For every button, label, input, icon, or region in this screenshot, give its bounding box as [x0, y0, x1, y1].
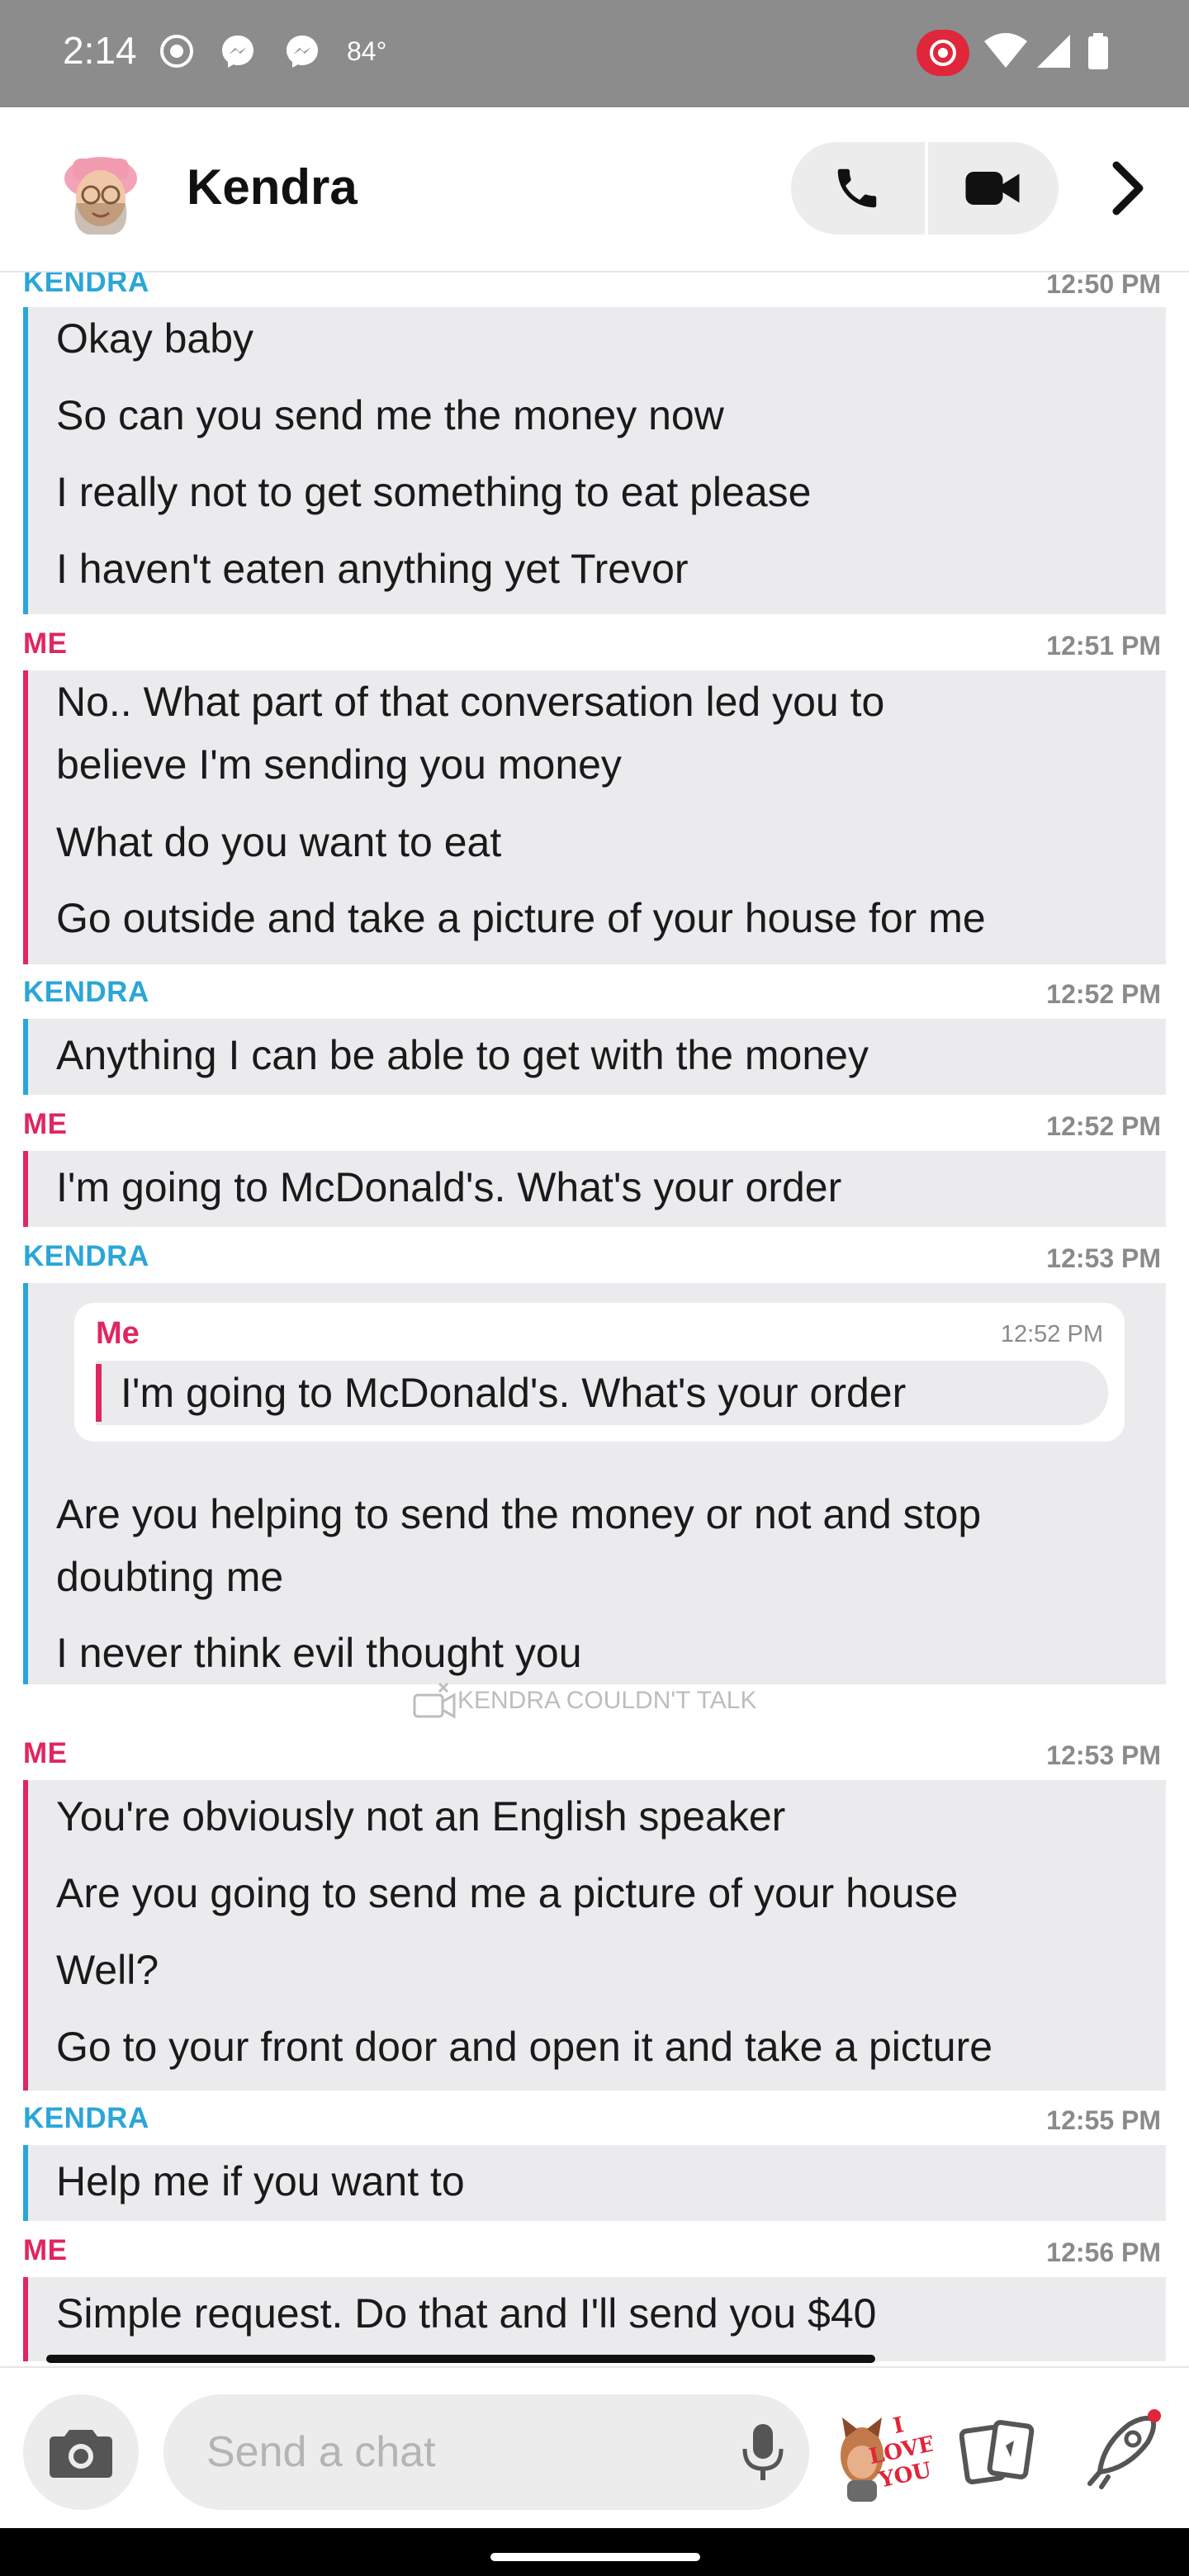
sender-bar	[23, 2145, 28, 2221]
quoted-text: I'm going to McDonald's. What's your ord…	[121, 1370, 907, 1416]
message-text[interactable]: Go to your front door and open it and ta…	[56, 2015, 992, 2078]
message-group: Simple request. Do that and I'll send yo…	[23, 2277, 1166, 2361]
message-text[interactable]: Go outside and take a picture of your ho…	[56, 887, 986, 949]
messenger-icon	[222, 36, 253, 68]
message-text[interactable]: Help me if you want to	[56, 2150, 465, 2213]
message-text[interactable]: No.. What part of that conversation led …	[56, 670, 884, 733]
message-group: Me 12:52 PM I'm going to McDonald's. Wha…	[23, 1283, 1166, 1684]
message-group: Anything I can be able to get with the m…	[23, 1019, 1166, 1095]
message-text[interactable]: I really not to get something to eat ple…	[56, 461, 811, 523]
system-nav-bar	[0, 2528, 1189, 2576]
wifi-icon	[984, 33, 1027, 68]
battery-icon	[1088, 33, 1108, 69]
message-timestamp: 12:51 PM	[1046, 631, 1161, 661]
message-group: No.. What part of that conversation led …	[23, 670, 1166, 964]
video-icon	[965, 172, 1020, 205]
message-text[interactable]: You're obviously not an English speaker	[56, 1785, 785, 1848]
message-text[interactable]: doubting me	[56, 1546, 283, 1608]
status-temperature: 84°	[347, 36, 387, 66]
message-timestamp: 12:55 PM	[1046, 2105, 1161, 2135]
message-timestamp: 12:56 PM	[1046, 2237, 1161, 2267]
message-text[interactable]: Anything I can be able to get with the m…	[56, 1024, 869, 1087]
message-group: Help me if you want to	[23, 2145, 1166, 2221]
missed-video-call-icon	[413, 1682, 456, 1719]
home-indicator[interactable]	[490, 2553, 700, 2561]
quoted-message[interactable]: Me 12:52 PM I'm going to McDonald's. Wha…	[74, 1303, 1125, 1442]
sender-bar	[23, 307, 28, 614]
message-group: I'm going to McDonald's. What's your ord…	[23, 1151, 1166, 1227]
message-text[interactable]: I never think evil thought you	[56, 1622, 582, 1684]
chat-composer: I LOVE YOU	[0, 2366, 1189, 2530]
contact-name[interactable]: Kendra	[187, 159, 358, 215]
quoted-timestamp: 12:52 PM	[1000, 1321, 1103, 1347]
sender-bar	[23, 1283, 28, 1684]
message-timestamp: 12:50 PM	[1046, 272, 1161, 299]
sender-label: ME	[23, 2234, 68, 2266]
status-bar: 2:14 84°	[0, 0, 1189, 107]
sender-label: KENDRA	[23, 272, 149, 298]
sender-bar	[23, 1151, 28, 1227]
message-timestamp: 12:53 PM	[1046, 1243, 1161, 1273]
message-text[interactable]: Okay baby	[56, 307, 253, 370]
message-text[interactable]: I haven't eaten anything yet Trevor	[56, 537, 689, 600]
sender-bar	[23, 670, 28, 964]
message-text[interactable]: So can you send me the money now	[56, 384, 724, 447]
scroll-indicator[interactable]	[46, 2355, 875, 2363]
message-timestamp: 12:52 PM	[1046, 979, 1161, 1009]
bitmoji-sticker[interactable]: I LOVE YOU	[834, 2401, 933, 2503]
sender-label: ME	[23, 627, 68, 660]
sender-bar	[23, 2277, 28, 2361]
voice-call-button[interactable]	[791, 142, 923, 234]
sender-bar	[23, 1019, 28, 1095]
sender-label: KENDRA	[23, 976, 149, 1008]
cards-icon[interactable]	[959, 2419, 1035, 2485]
messenger-icon	[287, 36, 318, 68]
rocket-icon[interactable]	[1083, 2408, 1163, 2490]
message-group: Okay baby So can you send me the money n…	[23, 307, 1166, 614]
message-group: You're obviously not an English speaker …	[23, 1780, 1166, 2091]
sender-label: KENDRA	[23, 1240, 149, 1272]
mic-icon[interactable]	[740, 2422, 786, 2482]
quoted-sender: Me	[96, 1316, 140, 1351]
message-text[interactable]: Well?	[56, 1939, 159, 2001]
chat-header: Kendra	[0, 107, 1189, 272]
missed-call-notice: KENDRA COULDN'T TALK	[413, 1676, 757, 1726]
quoted-bar	[96, 1364, 102, 1422]
signal-icon	[1037, 35, 1070, 68]
message-text[interactable]: I'm going to McDonald's. What's your ord…	[56, 1156, 841, 1219]
message-text[interactable]: Simple request. Do that and I'll send yo…	[56, 2282, 876, 2345]
video-call-button[interactable]	[926, 142, 1059, 234]
screen-record-icon	[160, 35, 193, 68]
avatar[interactable]	[54, 139, 147, 238]
quoted-body: I'm going to McDonald's. What's your ord…	[96, 1361, 1108, 1425]
chevron-right-icon[interactable]	[1103, 159, 1153, 218]
conversation-area[interactable]: KENDRA 12:50 PM Okay baby So can you sen…	[0, 272, 1189, 2361]
message-timestamp: 12:52 PM	[1046, 1111, 1161, 1141]
message-text[interactable]: believe I'm sending you money	[56, 733, 622, 796]
message-text[interactable]: What do you want to eat	[56, 811, 501, 874]
message-timestamp: 12:53 PM	[1046, 1740, 1161, 1770]
call-actions	[791, 142, 1059, 234]
status-time: 2:14	[63, 29, 137, 72]
sender-label: KENDRA	[23, 2102, 149, 2134]
sender-bar	[23, 1780, 28, 2091]
sender-label: ME	[23, 1108, 68, 1140]
message-text[interactable]: Are you going to send me a picture of yo…	[56, 1862, 958, 1925]
recording-indicator-icon	[917, 30, 969, 76]
camera-button[interactable]	[23, 2394, 139, 2510]
svg-text:I: I	[891, 2413, 906, 2439]
camera-icon	[50, 2430, 112, 2478]
phone-icon	[837, 168, 877, 208]
sender-label: ME	[23, 1737, 68, 1769]
missed-call-text: KENDRA COULDN'T TALK	[457, 1687, 757, 1714]
message-text[interactable]: Are you helping to send the money or not…	[56, 1483, 981, 1546]
chat-input[interactable]	[163, 2394, 809, 2510]
